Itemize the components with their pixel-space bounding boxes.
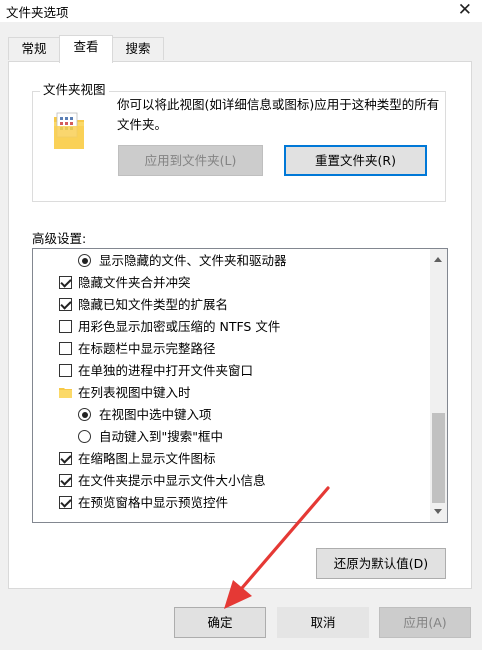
list-item[interactable]: 在预览窗格中显示预览控件 <box>33 492 431 514</box>
restore-defaults-button[interactable]: 还原为默认值(D) <box>316 548 446 579</box>
list-item[interactable]: 在缩略图上显示文件图标 <box>33 448 431 470</box>
list-item-label: 在视图中选中键入项 <box>99 407 212 422</box>
radio-button[interactable] <box>78 254 91 267</box>
list-item-label: 用彩色显示加密或压缩的 NTFS 文件 <box>78 319 281 334</box>
window-title: 文件夹选项 <box>6 5 69 20</box>
checkbox[interactable] <box>59 364 72 377</box>
scrollbar-thumb[interactable] <box>432 413 445 503</box>
list-item[interactable]: 在标题栏中显示完整路径 <box>33 338 431 360</box>
close-icon[interactable]: ✕ <box>458 0 472 20</box>
tab-view[interactable]: 查看 <box>59 35 113 63</box>
cancel-button[interactable]: 取消 <box>277 607 369 638</box>
list-item-label: 显示隐藏的文件、文件夹和驱动器 <box>99 253 287 268</box>
apply-button[interactable]: 应用(A) <box>379 607 471 638</box>
list-item-label: 自动键入到"搜索"框中 <box>99 429 223 444</box>
reset-folders-button[interactable]: 重置文件夹(R) <box>284 145 427 176</box>
tab-search[interactable]: 搜索 <box>112 37 164 60</box>
list-item[interactable]: 在视图中选中键入项 <box>33 404 431 426</box>
list-item-label: 在列表视图中键入时 <box>78 385 191 400</box>
folder-views-description: 你可以将此视图(如详细信息或图标)应用于这种类型的所有文件夹。 <box>117 97 440 132</box>
ok-button[interactable]: 确定 <box>174 607 266 638</box>
list-item-label: 隐藏已知文件类型的扩展名 <box>78 297 229 312</box>
advanced-settings-label: 高级设置: <box>32 231 87 246</box>
list-item[interactable]: 在文件夹提示中显示文件大小信息 <box>33 470 431 492</box>
list-item-label: 隐藏文件夹合并冲突 <box>78 275 191 290</box>
list-item-label: 在预览窗格中显示预览控件 <box>78 495 229 510</box>
checkbox[interactable] <box>59 474 72 487</box>
list-item: 在列表视图中键入时 <box>33 382 431 404</box>
list-item-label: 在单独的进程中打开文件夹窗口 <box>78 363 254 378</box>
apply-to-folders-button[interactable]: 应用到文件夹(L) <box>118 145 263 176</box>
checkbox[interactable] <box>59 276 72 289</box>
folder-views-label: 文件夹视图 <box>40 79 109 98</box>
list-item[interactable]: 隐藏文件夹合并冲突 <box>33 272 431 294</box>
advanced-settings-list[interactable]: 显示隐藏的文件、文件夹和驱动器 隐藏文件夹合并冲突 隐藏已知文件类型的扩展名 用… <box>32 248 448 523</box>
list-item[interactable]: 自动键入到"搜索"框中 <box>33 426 431 448</box>
scrollbar[interactable] <box>430 249 447 522</box>
checkbox[interactable] <box>59 298 72 311</box>
checkbox[interactable] <box>59 342 72 355</box>
checkbox[interactable] <box>59 496 72 509</box>
radio-button[interactable] <box>78 408 91 421</box>
list-item[interactable]: 隐藏已知文件类型的扩展名 <box>33 294 431 316</box>
list-item[interactable]: 显示隐藏的文件、文件夹和驱动器 <box>33 250 431 272</box>
list-item-label: 在标题栏中显示完整路径 <box>78 341 216 356</box>
scroll-up-arrow-icon[interactable] <box>434 257 442 262</box>
list-item-label: 在文件夹提示中显示文件大小信息 <box>78 473 266 488</box>
checkbox[interactable] <box>59 452 72 465</box>
title-bar: 文件夹选项 ✕ <box>0 0 482 22</box>
folder-icon <box>59 388 72 398</box>
scroll-down-arrow-icon[interactable] <box>434 509 442 514</box>
tab-general[interactable]: 常规 <box>8 37 60 60</box>
checkbox[interactable] <box>59 320 72 333</box>
folder-view-icon <box>54 112 84 149</box>
list-item[interactable]: 用彩色显示加密或压缩的 NTFS 文件 <box>33 316 431 338</box>
radio-button[interactable] <box>78 430 91 443</box>
list-item-label: 在缩略图上显示文件图标 <box>78 451 216 466</box>
list-item[interactable]: 在单独的进程中打开文件夹窗口 <box>33 360 431 382</box>
